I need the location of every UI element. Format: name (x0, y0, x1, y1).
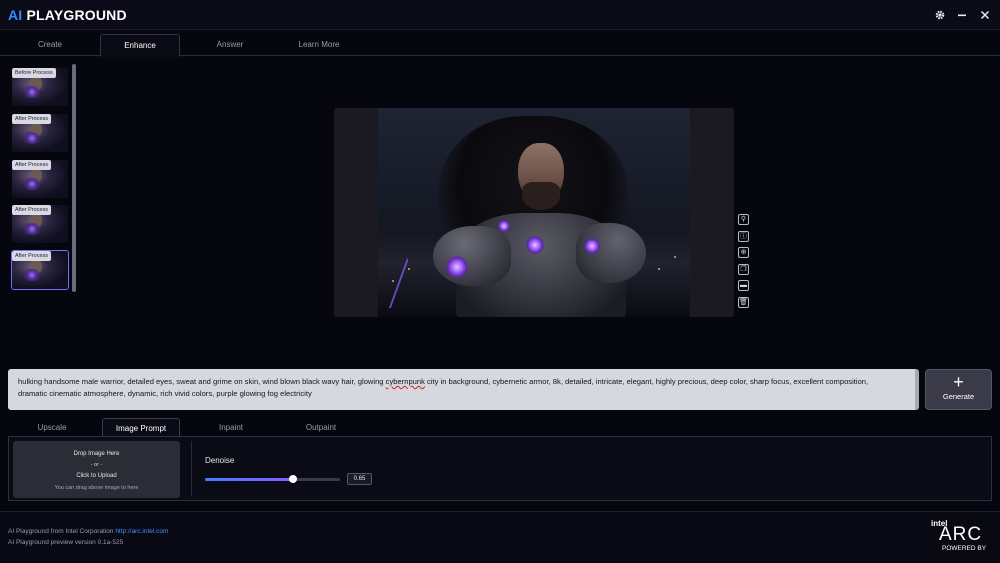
image-drop-zone[interactable]: Drop Image Here - or - Click to Upload Y… (13, 441, 180, 498)
tab-inpaint[interactable]: Inpaint (192, 418, 270, 437)
tab-image-prompt[interactable]: Image Prompt (102, 418, 180, 437)
minimize-icon[interactable] (954, 7, 970, 23)
footer-credits: AI Playground from Intel Corporation htt… (8, 528, 169, 535)
tab-answer[interactable]: Answer (190, 34, 270, 56)
logo-ai-text: AI (8, 7, 23, 23)
generate-button[interactable]: + Generate (925, 369, 992, 410)
history-thumbnail[interactable]: After Process (12, 160, 68, 198)
denoise-slider-knob[interactable] (288, 475, 297, 483)
tab-upscale[interactable]: Upscale (13, 418, 91, 437)
folder-icon[interactable]: ▬ (738, 280, 749, 292)
thumbnail-label: After Process (12, 160, 52, 170)
tab-create[interactable]: Create (10, 34, 90, 56)
prompt-input[interactable]: hulking handsome male warrior, detailed … (8, 369, 919, 410)
tab-enhance[interactable]: Enhance (100, 34, 180, 57)
preview-image (378, 108, 690, 317)
generate-label: Generate (942, 392, 975, 401)
footer-version: AI Playground preview version 0.1a-525 (8, 539, 124, 546)
thumbnail-label: Before Process (12, 68, 56, 78)
history-thumbnail[interactable]: Before Process (12, 68, 68, 106)
intel-arc-logo: intel ARC POWERED BY (931, 519, 987, 552)
thumbnail-label: After Process (12, 251, 52, 261)
drop-upload: Click to Upload (76, 473, 117, 479)
tab-learn-more[interactable]: Learn More (279, 34, 359, 56)
trash-icon[interactable]: 🗑 (738, 296, 749, 308)
preview-actions: ⚲ ⓘ ⊕ ❐ ▬ 🗑 (738, 214, 750, 314)
drop-or: - or - (90, 462, 103, 468)
plus-icon: + (953, 372, 964, 392)
title-bar: AI PLAYGROUND (0, 0, 1000, 30)
info-icon[interactable]: ⓘ (738, 230, 749, 242)
denoise-slider-fill (205, 478, 293, 481)
main-tabs: Create Enhance Answer Learn More (0, 34, 1000, 57)
prompt-text: hulking handsome male warrior, detailed … (18, 377, 869, 398)
app-logo: AI PLAYGROUND (8, 7, 127, 23)
denoise-slider[interactable] (205, 475, 340, 483)
logo-playground-text: PLAYGROUND (26, 7, 127, 23)
history-thumbnail[interactable]: After Process (12, 205, 68, 243)
copy-icon[interactable]: ❐ (738, 263, 749, 275)
denoise-value[interactable]: 0.65 (347, 473, 372, 485)
denoise-label: Denoise (205, 456, 235, 465)
panel-divider (191, 441, 192, 496)
thumbnail-label: After Process (12, 114, 52, 124)
history-thumbnail-selected[interactable]: After Process (11, 250, 69, 290)
tab-outpaint[interactable]: Outpaint (282, 418, 360, 437)
drop-hint: You can drag above image to here (54, 485, 139, 491)
enhance-mode-tabs: Upscale Image Prompt Inpaint Outpaint (0, 418, 1000, 437)
thumbnail-label: After Process (12, 205, 52, 215)
close-icon[interactable] (977, 7, 993, 23)
zoom-icon[interactable]: ⊕ (738, 247, 749, 259)
history-strip: Before Process After Process After Proce… (8, 64, 76, 294)
intel-arc-link[interactable]: http://arc.intel.com (115, 528, 168, 535)
gear-icon[interactable] (932, 7, 948, 23)
drop-title: Drop Image Here (73, 451, 120, 457)
history-thumbnail[interactable]: After Process (12, 114, 68, 152)
footer (0, 511, 1000, 563)
thumbnail-scrollbar[interactable] (72, 64, 76, 292)
user-icon[interactable]: ⚲ (738, 214, 749, 225)
